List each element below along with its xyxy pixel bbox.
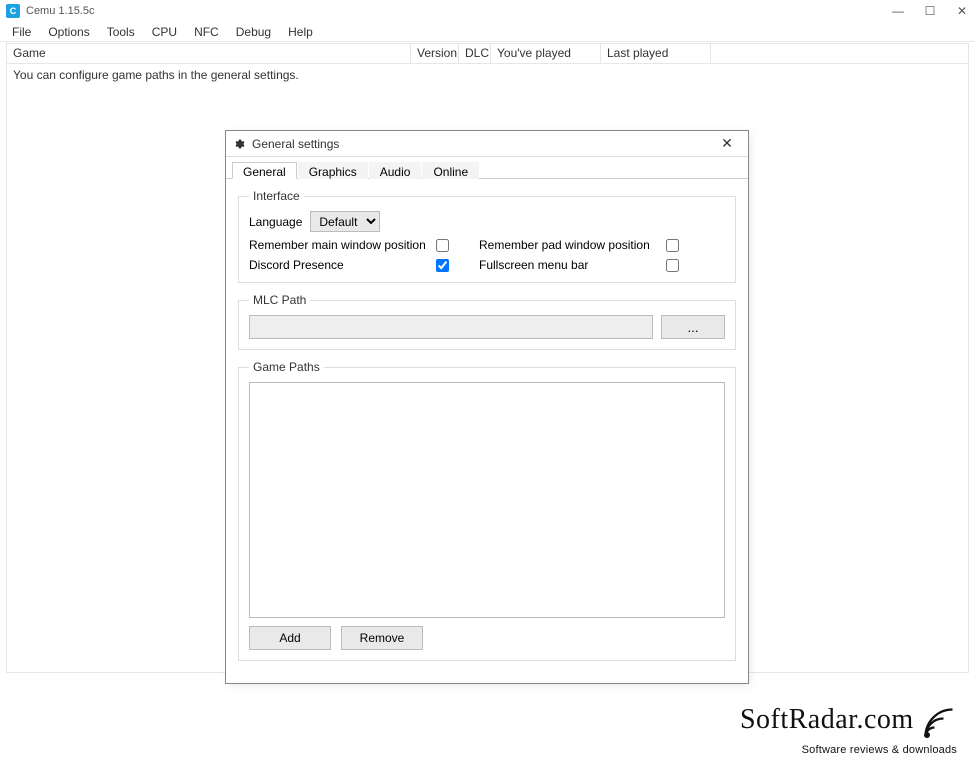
- titlebar: C Cemu 1.15.5c — ☐ ✕: [0, 0, 975, 22]
- col-game[interactable]: Game: [7, 44, 411, 63]
- menu-nfc[interactable]: NFC: [186, 23, 227, 41]
- gear-icon: [232, 137, 246, 151]
- dialog-close-button[interactable]: ✕: [712, 135, 742, 152]
- app-icon: C: [6, 4, 20, 18]
- close-button[interactable]: ✕: [955, 4, 969, 18]
- language-select[interactable]: Default: [310, 211, 380, 232]
- col-played[interactable]: You've played: [491, 44, 601, 63]
- fullscreen-checkbox[interactable]: [666, 259, 679, 272]
- gamepaths-list[interactable]: [249, 382, 725, 618]
- mlc-group: MLC Path ...: [238, 293, 736, 350]
- settings-dialog: General settings ✕ General Graphics Audi…: [225, 130, 749, 684]
- dialog-titlebar: General settings ✕: [226, 131, 748, 157]
- watermark-main: SoftRadar.com: [740, 704, 914, 735]
- discord-checkbox[interactable]: [436, 259, 449, 272]
- remove-button[interactable]: Remove: [341, 626, 423, 650]
- dialog-body: Interface Language Default Remember main…: [226, 179, 748, 683]
- remember-pad-checkbox[interactable]: [666, 239, 679, 252]
- remember-pad-label: Remember pad window position: [479, 238, 650, 252]
- menu-debug[interactable]: Debug: [228, 23, 279, 41]
- tab-graphics[interactable]: Graphics: [298, 162, 368, 179]
- mlc-path-input[interactable]: [249, 315, 653, 339]
- remember-main-label: Remember main window position: [249, 238, 426, 252]
- tab-audio[interactable]: Audio: [369, 162, 422, 179]
- discord-label: Discord Presence: [249, 258, 344, 272]
- tab-general[interactable]: General: [232, 162, 297, 179]
- menu-tools[interactable]: Tools: [99, 23, 143, 41]
- menu-help[interactable]: Help: [280, 23, 321, 41]
- interface-legend: Interface: [249, 189, 304, 203]
- remember-main-checkbox[interactable]: [436, 239, 449, 252]
- watermark: SoftRadar.com Software reviews & downloa…: [740, 704, 957, 756]
- fullscreen-label: Fullscreen menu bar: [479, 258, 588, 272]
- interface-group: Interface Language Default Remember main…: [238, 189, 736, 283]
- dialog-title: General settings: [252, 137, 339, 151]
- tab-online[interactable]: Online: [422, 162, 479, 179]
- menubar: File Options Tools CPU NFC Debug Help: [0, 22, 975, 42]
- col-last[interactable]: Last played: [601, 44, 711, 63]
- col-dlc[interactable]: DLC: [459, 44, 491, 63]
- col-version[interactable]: Version: [411, 44, 459, 63]
- game-list-empty-message: You can configure game paths in the gene…: [7, 64, 968, 86]
- menu-options[interactable]: Options: [40, 23, 97, 41]
- mlc-browse-button[interactable]: ...: [661, 315, 725, 339]
- tabs: General Graphics Audio Online: [226, 157, 748, 179]
- radar-icon: [921, 705, 957, 744]
- language-label: Language: [249, 215, 302, 229]
- gamepaths-legend: Game Paths: [249, 360, 324, 374]
- game-list-header: Game Version DLC You've played Last play…: [7, 44, 968, 64]
- gamepaths-group: Game Paths Add Remove: [238, 360, 736, 661]
- add-button[interactable]: Add: [249, 626, 331, 650]
- mlc-legend: MLC Path: [249, 293, 310, 307]
- minimize-button[interactable]: —: [891, 4, 905, 18]
- maximize-button[interactable]: ☐: [923, 4, 937, 18]
- menu-file[interactable]: File: [4, 23, 39, 41]
- watermark-sub: Software reviews & downloads: [740, 744, 957, 756]
- window-title: Cemu 1.15.5c: [26, 5, 94, 17]
- menu-cpu[interactable]: CPU: [144, 23, 185, 41]
- window-controls: — ☐ ✕: [891, 4, 969, 18]
